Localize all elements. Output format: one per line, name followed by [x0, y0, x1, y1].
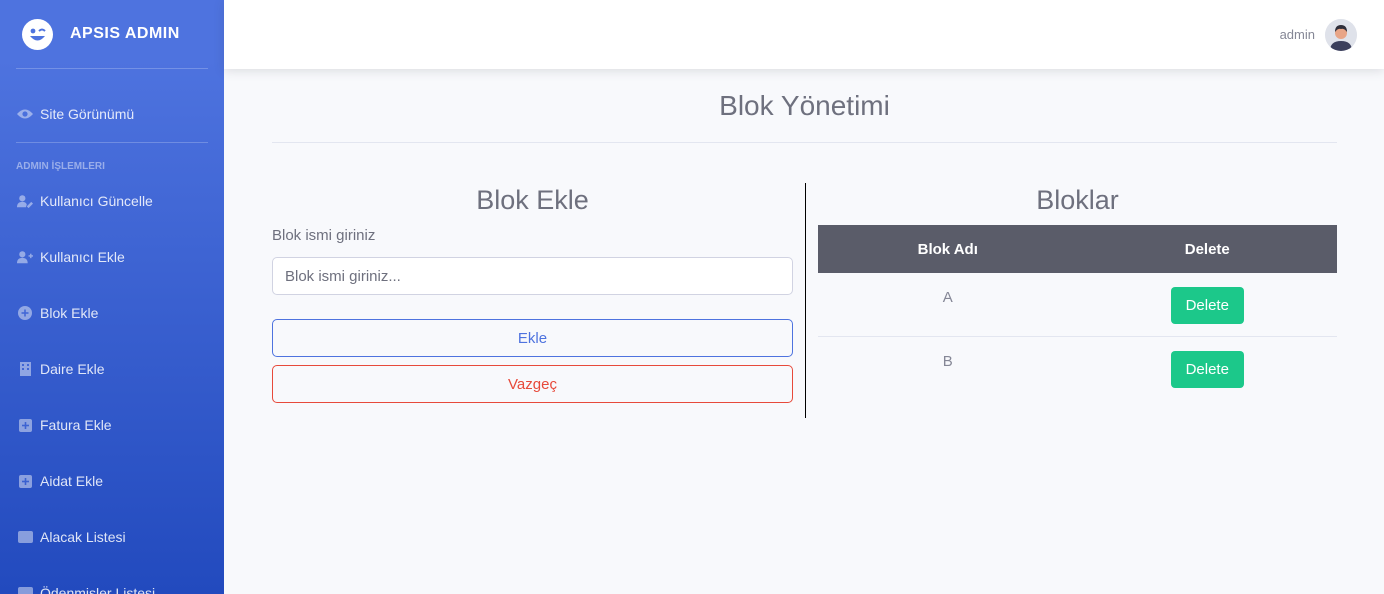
- block-name-input[interactable]: [272, 257, 793, 295]
- sidebar-item-user-add[interactable]: Kullanıcı Ekle: [0, 229, 224, 285]
- sidebar-item-invoice-add[interactable]: Fatura Ekle: [0, 397, 224, 453]
- brand[interactable]: APSIS ADMIN: [0, 0, 224, 68]
- sidebar-item-label: Site Görünümü: [40, 106, 135, 122]
- user-plus-icon: [17, 250, 33, 264]
- topbar: admin: [224, 0, 1384, 69]
- sidebar-item-label: Alacak Listesi: [40, 529, 126, 545]
- sidebar-divider: [16, 142, 208, 143]
- sidebar: APSIS ADMIN Site Görünümü ADMIN İŞLEMLER…: [0, 0, 224, 594]
- cancel-button[interactable]: Vazgeç: [272, 365, 793, 403]
- sidebar-item-site-view[interactable]: Site Görünümü: [0, 69, 224, 159]
- block-name-cell: A: [818, 273, 1078, 337]
- delete-button[interactable]: Delete: [1170, 350, 1244, 388]
- column-header-block-name: Blok Adı: [818, 225, 1078, 273]
- user-name[interactable]: admin: [1280, 27, 1315, 42]
- title-divider: [272, 142, 1337, 143]
- sidebar-item-label: Aidat Ekle: [40, 473, 104, 489]
- blocks-title: Bloklar: [1036, 185, 1119, 215]
- list-icon: [17, 586, 33, 594]
- block-name-label: Blok ismi giriniz: [272, 227, 376, 244]
- sidebar-item-block-add[interactable]: Blok Ekle: [0, 285, 224, 341]
- avatar[interactable]: [1325, 18, 1357, 51]
- action-cell: Delete: [1078, 336, 1338, 399]
- sidebar-item-label: Daire Ekle: [40, 361, 105, 377]
- building-icon: [17, 362, 33, 376]
- sidebar-item-receivables[interactable]: Alacak Listesi: [0, 509, 224, 565]
- sidebar-item-label: Fatura Ekle: [40, 417, 112, 433]
- sidebar-item-label: Kullanıcı Güncelle: [40, 193, 153, 209]
- sidebar-item-label: Kullanıcı Ekle: [40, 249, 125, 265]
- eye-icon: [17, 107, 33, 121]
- column-divider: [805, 183, 806, 418]
- add-button[interactable]: Ekle: [272, 319, 793, 357]
- table-row: A Delete: [818, 273, 1337, 337]
- form-title: Blok Ekle: [476, 185, 589, 215]
- user-edit-icon: [17, 194, 33, 208]
- sidebar-item-label: Blok Ekle: [40, 305, 99, 321]
- plus-square-icon: [17, 418, 33, 432]
- page-title: Blok Yönetimi: [719, 90, 890, 121]
- delete-button[interactable]: Delete: [1170, 287, 1244, 324]
- action-cell: Delete: [1077, 273, 1337, 337]
- plus-square-icon: [17, 474, 33, 488]
- blocks-table: Blok Adı Delete A Delete B Delete: [818, 225, 1337, 399]
- brand-title: APSIS ADMIN: [70, 25, 180, 42]
- sidebar-item-flat-add[interactable]: Daire Ekle: [0, 341, 224, 397]
- laugh-wink-icon: [22, 18, 53, 50]
- column-header-delete: Delete: [1077, 225, 1337, 273]
- sidebar-item-user-update[interactable]: Kullanıcı Güncelle: [0, 173, 224, 229]
- table-header-row: Blok Adı Delete: [818, 225, 1337, 273]
- plus-circle-icon: [17, 306, 33, 320]
- block-name-cell: B: [942, 352, 953, 370]
- sidebar-item-dues-add[interactable]: Aidat Ekle: [0, 453, 224, 509]
- table-row: B Delete: [818, 336, 1337, 399]
- add-block-form: Blok Ekle Blok ismi giriniz Ekle Vazgeç: [272, 182, 793, 403]
- blocks-panel: Bloklar Blok Adı Delete A Delete B Delet…: [818, 182, 1337, 399]
- wallet-icon: [17, 530, 33, 544]
- sidebar-item-label: Ödenmişler Listesi: [40, 585, 156, 594]
- sidebar-item-paid-list[interactable]: Ödenmişler Listesi: [0, 565, 224, 594]
